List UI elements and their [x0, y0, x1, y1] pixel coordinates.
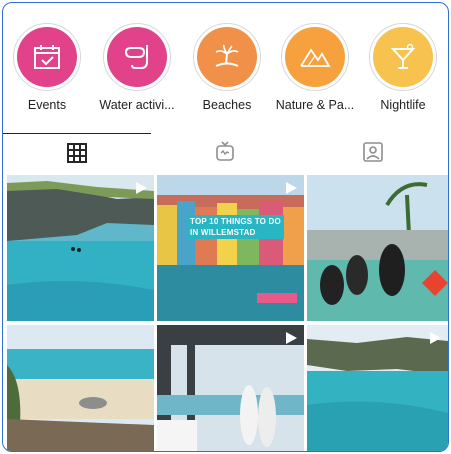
video-play-icon	[430, 332, 441, 344]
highlight-label: Events	[27, 98, 67, 112]
highlight-label: Water activi...	[99, 98, 175, 112]
profile-tabs	[3, 133, 448, 171]
tab-posts-grid[interactable]	[3, 133, 151, 171]
highlight-label: Beaches	[202, 98, 252, 112]
cocktail-glass-icon	[373, 27, 433, 87]
willemstad-photo	[157, 175, 304, 321]
highlight-label: Nightlife	[380, 98, 426, 112]
calendar-icon	[17, 27, 77, 87]
igtv-icon	[216, 141, 234, 161]
rock-bay-photo	[307, 325, 448, 451]
post-thumbnail[interactable]	[157, 325, 304, 451]
tab-tagged[interactable]	[299, 133, 447, 171]
couple-photo	[157, 325, 304, 451]
palm-island-icon	[197, 27, 257, 87]
mountains-icon	[285, 27, 345, 87]
video-play-icon	[286, 182, 297, 194]
highlight-ring	[193, 23, 261, 91]
beach-photo	[7, 325, 154, 451]
video-play-icon	[286, 332, 297, 344]
post-caption-overlay: TOP 10 THINGS TO DO IN WILLEMSTAD	[187, 215, 284, 239]
story-highlights: Events Water activi... Beaches Nature & …	[3, 17, 448, 127]
post-thumbnail[interactable]: TOP 10 THINGS TO DO IN WILLEMSTAD	[157, 175, 304, 321]
highlight-ring	[103, 23, 171, 91]
divers-photo	[307, 175, 448, 321]
instagram-profile-panel: Events Water activi... Beaches Nature & …	[2, 2, 449, 452]
tagged-icon	[363, 142, 383, 162]
highlight-label: Nature & Pa...	[275, 98, 355, 112]
video-play-icon	[136, 182, 147, 194]
post-thumbnail[interactable]	[7, 325, 154, 451]
post-thumbnail[interactable]	[7, 175, 154, 321]
cliff-coast-photo	[7, 175, 154, 321]
caption-line-1: TOP 10 THINGS TO DO	[190, 217, 281, 226]
highlight-ring	[369, 23, 437, 91]
highlight-ring	[13, 23, 81, 91]
snorkel-mask-icon	[107, 27, 167, 87]
post-thumbnail[interactable]	[307, 325, 448, 451]
tab-igtv[interactable]	[151, 133, 299, 171]
caption-line-2: IN WILLEMSTAD	[190, 228, 256, 237]
highlight-ring	[281, 23, 349, 91]
posts-grid: TOP 10 THINGS TO DO IN WILLEMSTAD	[7, 175, 448, 451]
grid-icon	[67, 142, 87, 163]
post-thumbnail[interactable]	[307, 175, 448, 321]
